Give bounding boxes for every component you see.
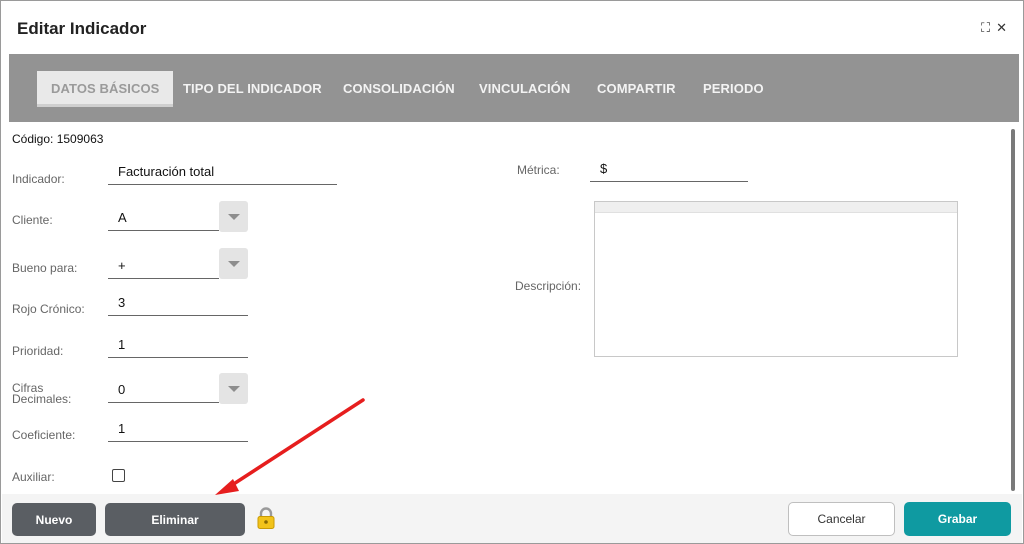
expand-icon[interactable]: ⛶ bbox=[981, 21, 990, 35]
prioridad-input[interactable]: 1 bbox=[108, 332, 248, 358]
descripcion-label: Descripción: bbox=[515, 279, 582, 293]
coeficiente-input[interactable]: 1 bbox=[108, 416, 248, 442]
bueno-para-label: Bueno para: bbox=[12, 261, 78, 275]
indicator-code: Código: 1509063 bbox=[12, 132, 104, 146]
auxiliar-checkbox[interactable] bbox=[112, 469, 125, 482]
close-icon[interactable]: ✕ bbox=[996, 21, 1007, 35]
tab-periodo[interactable]: PERIODO bbox=[703, 71, 764, 107]
tab-bar: DATOS BÁSICOS TIPO DEL INDICADOR CONSOLI… bbox=[9, 54, 1019, 122]
bueno-para-dropdown-icon[interactable] bbox=[219, 248, 248, 279]
tab-compartir[interactable]: COMPARTIR bbox=[597, 71, 676, 107]
cliente-label: Cliente: bbox=[12, 213, 53, 227]
metrica-input[interactable]: $ bbox=[590, 156, 748, 182]
tab-vinculacion[interactable]: VINCULACIÓN bbox=[479, 71, 570, 107]
indicador-input[interactable]: Facturación total bbox=[108, 159, 337, 185]
nuevo-button[interactable]: Nuevo bbox=[12, 503, 96, 536]
grabar-button[interactable]: Grabar bbox=[904, 502, 1011, 536]
prioridad-label: Prioridad: bbox=[12, 344, 64, 358]
rojo-cronico-input[interactable]: 3 bbox=[108, 290, 248, 316]
descripcion-textarea[interactable] bbox=[594, 201, 958, 357]
eliminar-button[interactable]: Eliminar bbox=[105, 503, 245, 536]
tab-consolidacion[interactable]: CONSOLIDACIÓN bbox=[343, 71, 455, 107]
dialog-title: Editar Indicador bbox=[17, 19, 147, 38]
descripcion-toolbar-strip bbox=[595, 202, 957, 213]
coeficiente-label: Coeficiente: bbox=[12, 428, 76, 442]
cifras-decimales-dropdown-icon[interactable] bbox=[219, 373, 248, 404]
window-controls: ⛶ ✕ bbox=[981, 21, 1007, 35]
lock-icon bbox=[257, 507, 275, 529]
bueno-para-select[interactable]: + bbox=[108, 253, 219, 279]
cancelar-button[interactable]: Cancelar bbox=[788, 502, 895, 536]
metrica-label: Métrica: bbox=[517, 163, 560, 177]
cifras-decimales-select[interactable]: 0 bbox=[108, 377, 219, 403]
auxiliar-label: Auxiliar: bbox=[12, 470, 55, 484]
cliente-dropdown-icon[interactable] bbox=[219, 201, 248, 232]
indicador-label: Indicador: bbox=[12, 172, 65, 186]
tab-datos-basicos[interactable]: DATOS BÁSICOS bbox=[37, 71, 174, 107]
vertical-scrollbar[interactable] bbox=[1011, 129, 1015, 491]
edit-indicator-dialog: Editar Indicador ⛶ ✕ DATOS BÁSICOS TIPO … bbox=[0, 0, 1024, 544]
cifras-decimales-label-line2: Decimales: bbox=[12, 392, 72, 406]
rojo-cronico-label: Rojo Crónico: bbox=[12, 302, 85, 316]
cliente-select[interactable]: A bbox=[108, 205, 219, 231]
tab-tipo-del-indicador[interactable]: TIPO DEL INDICADOR bbox=[183, 71, 322, 107]
